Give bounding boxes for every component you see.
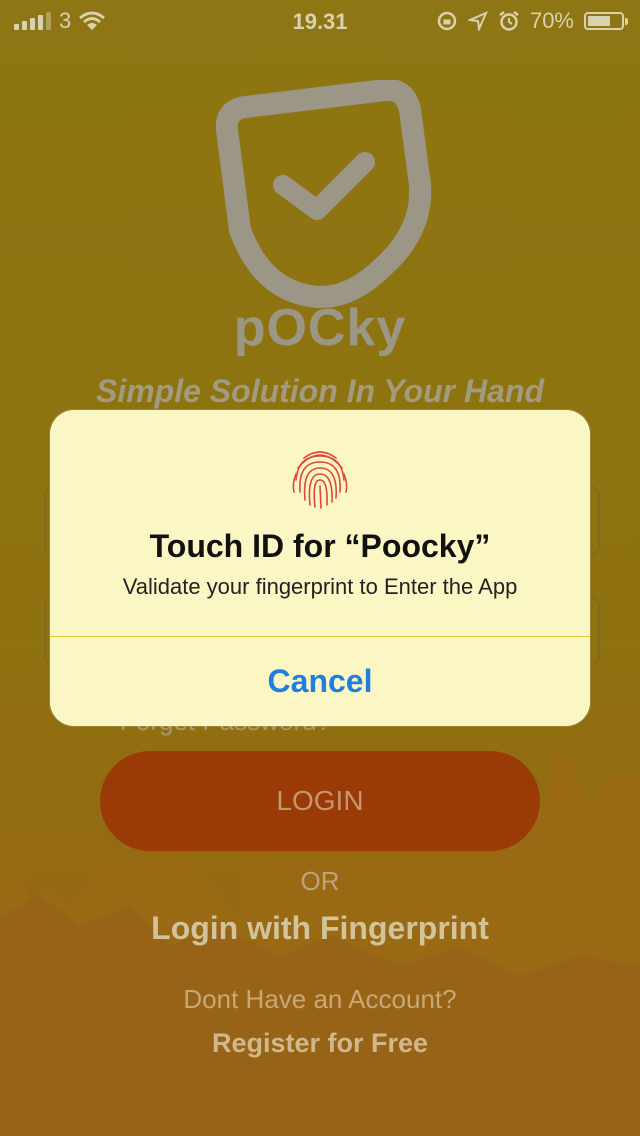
cancel-button[interactable]: Cancel bbox=[50, 637, 590, 726]
battery-icon bbox=[584, 12, 628, 30]
battery-percent: 70% bbox=[529, 8, 574, 33]
no-account-text: Dont Have an Account? bbox=[183, 984, 457, 1014]
app-brand-name: pOCky bbox=[233, 299, 407, 357]
dialog-message: Validate your fingerprint to Enter the A… bbox=[122, 574, 518, 599]
touch-id-dialog: Touch ID for “Poocky” Validate your fing… bbox=[50, 410, 590, 726]
login-with-fingerprint-link[interactable]: Login with Fingerprint bbox=[0, 910, 640, 947]
rotation-lock-icon bbox=[437, 11, 457, 31]
or-separator: OR bbox=[300, 866, 340, 896]
login-button[interactable]: LOGIN bbox=[100, 751, 540, 851]
app-tagline: Simple Solution In Your Hand bbox=[95, 373, 544, 409]
alarm-icon bbox=[499, 11, 519, 31]
register-link[interactable]: Register for Free bbox=[0, 1028, 640, 1059]
pocky-shield-logo-icon bbox=[215, 80, 432, 308]
dialog-title: Touch ID for “Poocky” bbox=[149, 528, 491, 564]
fingerprint-icon bbox=[292, 451, 348, 509]
status-bar: 3 19.31 70% bbox=[0, 0, 640, 42]
location-icon bbox=[467, 11, 488, 31]
